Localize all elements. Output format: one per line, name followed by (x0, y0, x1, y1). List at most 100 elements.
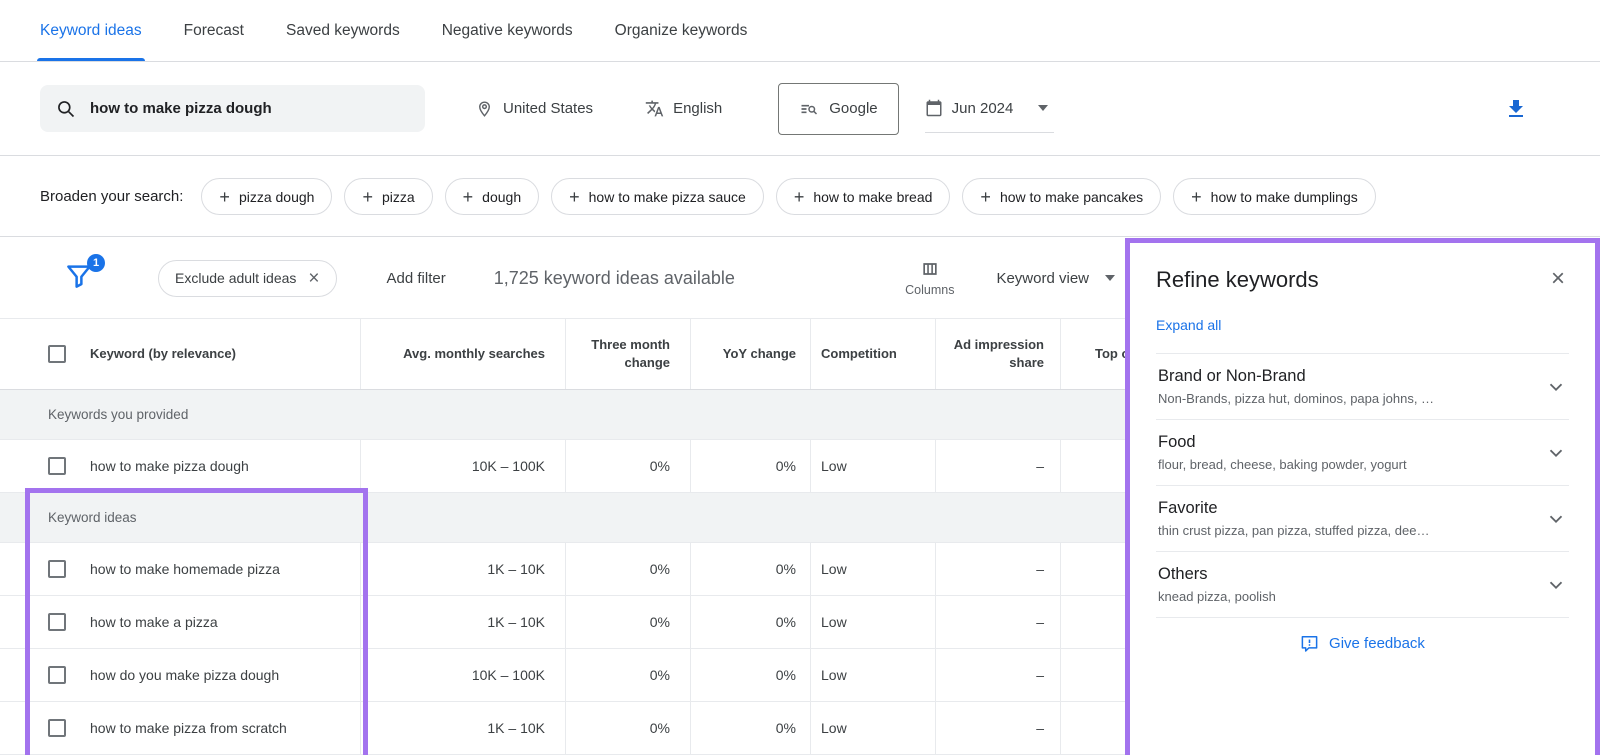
tab[interactable]: Organize keywords (615, 0, 748, 61)
filter-button[interactable]: 1 (64, 261, 98, 295)
exclude-chip-label: Exclude adult ideas (175, 270, 296, 286)
location-pin-icon (475, 99, 494, 118)
broaden-chip-label: how to make pizza sauce (589, 189, 746, 205)
row-checkbox[interactable] (48, 613, 66, 631)
row-checkbox[interactable] (48, 457, 66, 475)
language-selector[interactable]: English (645, 99, 722, 118)
yoy-change-cell: 0% (690, 649, 810, 701)
header-three-month-change: Three month change (565, 319, 690, 389)
broaden-chip[interactable]: dough (445, 178, 539, 215)
tab-label: Keyword ideas (40, 22, 142, 40)
close-icon[interactable] (1547, 267, 1569, 291)
top-tab-bar: Keyword ideas Forecast Saved keywords Ne… (0, 0, 1600, 62)
searches-cell: 10K – 100K (360, 440, 565, 492)
columns-button[interactable]: Columns (905, 259, 954, 297)
refine-group-examples: thin crust pizza, pan pizza, stuffed piz… (1158, 523, 1429, 538)
three-month-change-cell: 0% (565, 649, 690, 701)
three-month-change-cell: 0% (565, 440, 690, 492)
broaden-chip-label: dough (482, 189, 521, 205)
searches-cell: 1K – 10K (360, 596, 565, 648)
ad-impression-share-cell: – (935, 649, 1060, 701)
refine-group-list: Brand or Non-Brand Non-Brands, pizza hut… (1156, 354, 1569, 618)
competition-cell: Low (810, 440, 935, 492)
close-icon[interactable] (308, 269, 319, 288)
section-title: Keyword ideas (48, 510, 137, 525)
keyword-view-label: Keyword view (996, 270, 1089, 287)
refine-group[interactable]: Favorite thin crust pizza, pan pizza, st… (1156, 486, 1569, 552)
translate-icon (645, 99, 664, 118)
refine-group-name: Favorite (1158, 499, 1429, 518)
search-icon (56, 99, 76, 119)
row-checkbox[interactable] (48, 719, 66, 737)
header-yoy-change: YoY change (690, 319, 810, 389)
plus-icon (980, 188, 991, 206)
ad-impression-share-cell: – (935, 543, 1060, 595)
tab[interactable]: Forecast (184, 0, 244, 61)
chevron-down-icon[interactable] (1545, 574, 1567, 596)
give-feedback-label: Give feedback (1329, 635, 1425, 652)
calendar-icon (925, 99, 943, 117)
refine-group-name: Brand or Non-Brand (1158, 367, 1434, 386)
row-checkbox[interactable] (48, 666, 66, 684)
broaden-chip[interactable]: how to make pizza sauce (551, 178, 764, 215)
competition-cell: Low (810, 702, 935, 754)
chevron-down-icon (1105, 275, 1115, 281)
network-selector[interactable]: Google (778, 83, 898, 135)
refine-group[interactable]: Others knead pizza, poolish (1156, 552, 1569, 618)
refine-group[interactable]: Brand or Non-Brand Non-Brands, pizza hut… (1156, 354, 1569, 420)
broaden-chip[interactable]: how to make dumplings (1173, 178, 1376, 215)
searches-cell: 10K – 100K (360, 649, 565, 701)
row-checkbox[interactable] (48, 560, 66, 578)
broaden-chip[interactable]: how to make pancakes (962, 178, 1161, 215)
yoy-change-cell: 0% (690, 702, 810, 754)
columns-icon (920, 259, 940, 279)
yoy-change-cell: 0% (690, 543, 810, 595)
columns-label: Columns (905, 283, 954, 297)
keyword-cell: how to make pizza dough (90, 458, 249, 474)
refine-group-examples: knead pizza, poolish (1158, 589, 1276, 604)
searches-cell: 1K – 10K (360, 702, 565, 754)
give-feedback-button[interactable]: Give feedback (1156, 634, 1569, 653)
keyword-cell: how to make homemade pizza (90, 561, 280, 577)
add-filter-button[interactable]: Add filter (387, 270, 446, 287)
network-label: Google (829, 100, 877, 117)
searches-cell: 1K – 10K (360, 543, 565, 595)
refine-group-examples: Non-Brands, pizza hut, dominos, papa joh… (1158, 391, 1434, 406)
broaden-chip-label: pizza dough (239, 189, 315, 205)
download-button[interactable] (1504, 97, 1528, 121)
plus-icon (362, 188, 373, 206)
competition-cell: Low (810, 543, 935, 595)
chevron-down-icon[interactable] (1545, 508, 1567, 530)
tab[interactable]: Keyword ideas (40, 0, 142, 61)
exclude-adult-ideas-chip[interactable]: Exclude adult ideas (158, 260, 337, 297)
plus-icon (463, 188, 474, 206)
chevron-down-icon[interactable] (1545, 442, 1567, 464)
ad-impression-share-cell: – (935, 702, 1060, 754)
plus-icon (794, 188, 805, 206)
expand-all-link[interactable]: Expand all (1156, 317, 1221, 333)
tab[interactable]: Negative keywords (442, 0, 573, 61)
select-all-checkbox[interactable] (48, 345, 66, 363)
search-network-icon (799, 99, 819, 119)
plus-icon (219, 188, 230, 206)
broaden-chip[interactable]: pizza dough (201, 178, 332, 215)
refine-group[interactable]: Food flour, bread, cheese, baking powder… (1156, 420, 1569, 486)
keyword-search-box[interactable] (40, 85, 425, 132)
broaden-chip[interactable]: pizza (344, 178, 432, 215)
competition-cell: Low (810, 649, 935, 701)
broaden-chip[interactable]: how to make bread (776, 178, 951, 215)
keyword-view-selector[interactable]: Keyword view (996, 270, 1115, 287)
language-label: English (673, 100, 722, 117)
date-range-selector[interactable]: Jun 2024 (925, 84, 1055, 133)
three-month-change-cell: 0% (565, 702, 690, 754)
tab-label: Saved keywords (286, 22, 400, 40)
tab-label: Negative keywords (442, 22, 573, 40)
filter-count-badge: 1 (87, 254, 105, 272)
chevron-down-icon[interactable] (1545, 376, 1567, 398)
tab[interactable]: Saved keywords (286, 0, 400, 61)
search-input[interactable] (90, 100, 409, 117)
ad-impression-share-cell: – (935, 440, 1060, 492)
location-label: United States (503, 100, 593, 117)
location-selector[interactable]: United States (475, 99, 593, 118)
header-competition: Competition (810, 319, 935, 389)
